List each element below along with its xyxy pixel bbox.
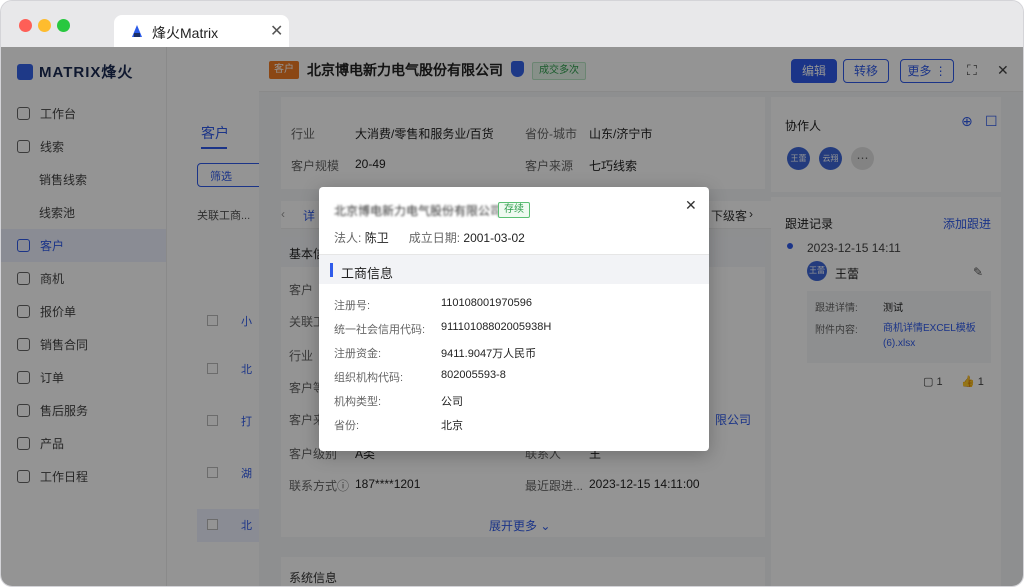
field-value: 北京 xyxy=(441,420,463,432)
founded-key: 成立日期: xyxy=(408,231,461,245)
field-value: 9411.9047万人民币 xyxy=(441,348,537,360)
field-value: 91110108802005938H xyxy=(441,321,552,333)
title-bar: 烽火Matrix ✕ xyxy=(1,1,1023,48)
app-logo-icon xyxy=(132,25,142,37)
browser-tab[interactable]: 烽火Matrix ✕ xyxy=(114,15,289,48)
legal-value: 陈卫 xyxy=(364,231,389,245)
browser-window: 烽火Matrix ✕ MATRIX烽火 工作台 线索 销售线索 线索池 客户 商… xyxy=(0,0,1024,587)
field-key: 机构类型: xyxy=(334,396,382,408)
field-value: 公司 xyxy=(441,396,463,408)
field-value: 802005593-8 xyxy=(441,369,506,381)
tab-close-icon[interactable]: ✕ xyxy=(270,21,283,41)
minimize-window-button[interactable] xyxy=(38,19,51,32)
close-window-button[interactable] xyxy=(19,19,32,32)
section-accent-bar xyxy=(330,263,333,277)
legal-key: 法人: xyxy=(334,231,362,245)
founded-value: 2001-03-02 xyxy=(463,231,525,245)
field-key: 省份: xyxy=(334,420,360,432)
modal-section-header: 工商信息 xyxy=(319,254,709,284)
status-badge: 存续 xyxy=(498,202,530,218)
section-title: 工商信息 xyxy=(341,266,394,281)
close-icon[interactable]: ✕ xyxy=(685,197,697,214)
modal-meta: 法人: 陈卫 成立日期: 2001-03-02 xyxy=(334,229,525,246)
modal-company-name: 北京博电新力电气股份有限公司 xyxy=(334,204,503,218)
field-key: 组织机构代码: xyxy=(334,372,404,384)
business-info-modal: 北京博电新力电气股份有限公司 存续 ✕ 法人: 陈卫 成立日期: 2001-03… xyxy=(319,187,709,451)
field-value: 110108001970596 xyxy=(441,297,532,309)
maximize-window-button[interactable] xyxy=(57,19,70,32)
tab-title: 烽火Matrix xyxy=(152,25,219,41)
field-key: 注册资金: xyxy=(334,348,382,360)
field-key: 注册号: xyxy=(334,300,371,312)
field-key: 统一社会信用代码: xyxy=(334,324,426,336)
